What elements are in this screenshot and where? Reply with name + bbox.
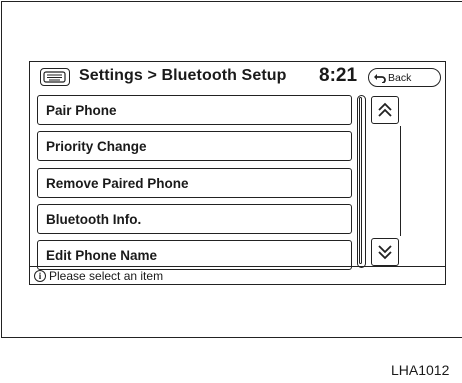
scroll-up-button[interactable] — [371, 96, 399, 124]
menu-item-pair-phone[interactable]: Pair Phone — [37, 95, 352, 125]
back-button-label: Back — [388, 71, 412, 84]
back-arrow-icon — [374, 74, 386, 83]
scrollbar[interactable] — [357, 95, 367, 268]
keyboard-icon — [40, 68, 70, 86]
info-icon: i — [34, 269, 46, 282]
menu-item-label: Edit Phone Name — [46, 247, 158, 263]
menu-item-label: Pair Phone — [46, 102, 117, 118]
status-bar: i Please select an item — [30, 266, 445, 284]
figure-id: LHA1012 — [391, 362, 450, 378]
menu-item-label: Remove Paired Phone — [46, 175, 189, 191]
scroll-down-button[interactable] — [371, 238, 399, 266]
menu-item-label: Priority Change — [46, 138, 147, 154]
scroll-down-double-chevron-icon — [378, 245, 392, 260]
menu-item-priority-change[interactable]: Priority Change — [37, 131, 352, 161]
scroll-thumb[interactable] — [359, 97, 362, 264]
menu-item-label: Bluetooth Info. — [46, 211, 142, 227]
clock: 8:21 — [319, 65, 358, 86]
menu-item-remove-paired-phone[interactable]: Remove Paired Phone — [37, 168, 352, 198]
status-message: Please select an item — [49, 268, 164, 283]
menu-item-bluetooth-info[interactable]: Bluetooth Info. — [37, 204, 352, 234]
display-screen: Settings > Bluetooth Setup 8:21 Back Pai… — [29, 61, 446, 285]
page-title: Settings > Bluetooth Setup — [79, 67, 287, 84]
title-bar: Settings > Bluetooth Setup 8:21 Back — [30, 62, 445, 92]
scroll-panel-divider — [371, 126, 401, 236]
scroll-up-double-chevron-icon — [378, 102, 392, 117]
back-button[interactable]: Back — [368, 68, 441, 87]
